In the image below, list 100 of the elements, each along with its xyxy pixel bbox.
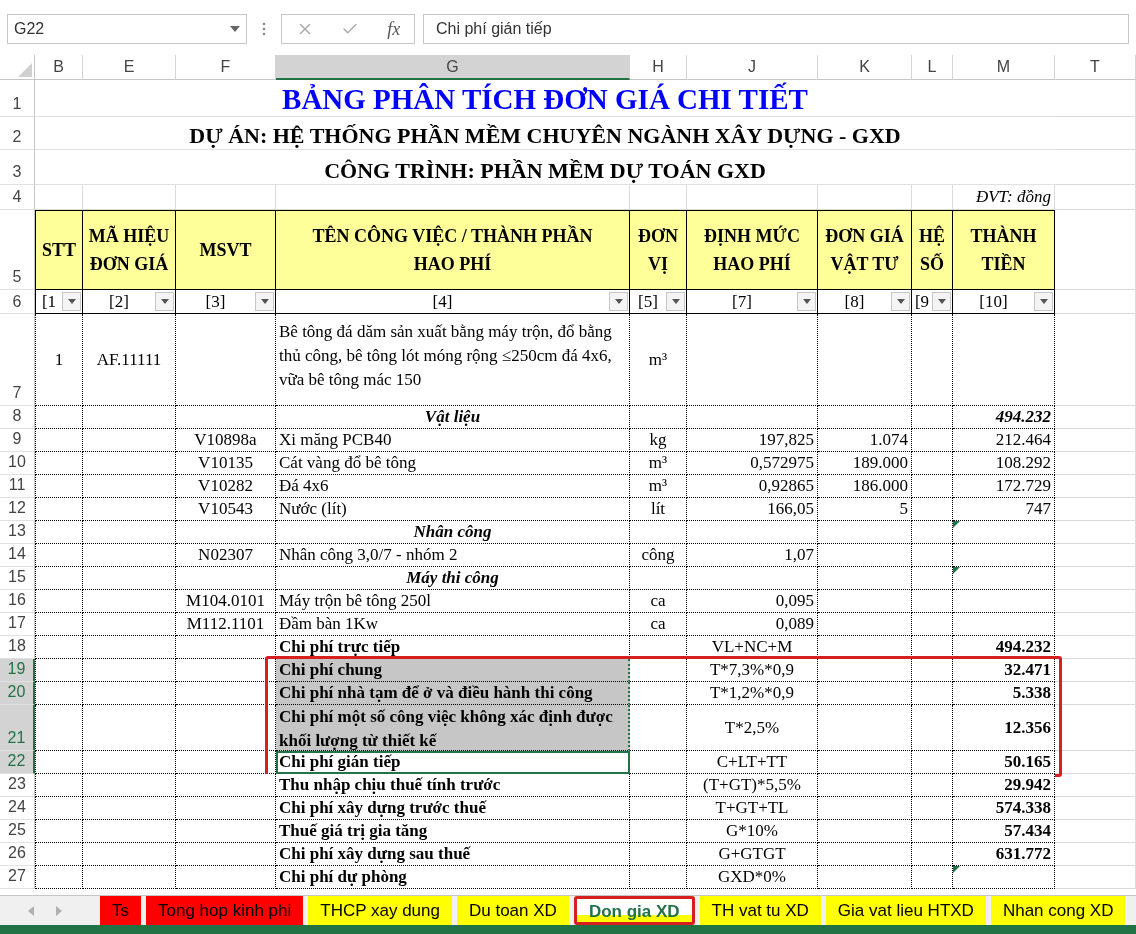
table-cell [35, 751, 83, 774]
row-header[interactable]: 27 [0, 866, 35, 889]
dropdown-caret-icon[interactable] [230, 26, 240, 32]
table-cell: V10282 [176, 475, 276, 498]
sheet-tab[interactable]: Ts [100, 896, 141, 925]
table-cell: ca [630, 590, 687, 613]
row-header[interactable]: 11 [0, 475, 35, 498]
row-header[interactable]: 22 [0, 751, 35, 774]
filter-button[interactable] [932, 292, 951, 311]
table-cell: 5 [818, 498, 912, 521]
column-header[interactable]: G [276, 55, 630, 80]
row-header[interactable]: 21 [0, 705, 35, 751]
row-header[interactable]: 10 [0, 452, 35, 475]
column-header[interactable]: F [176, 55, 276, 80]
sheet-tab[interactable]: Du toan XD [457, 896, 569, 925]
row-header[interactable]: 6 [0, 290, 35, 314]
filter-caret-icon [802, 299, 811, 304]
row-header[interactable]: 1 [0, 80, 35, 117]
table-cell: Thuế giá trị gia tăng [276, 820, 630, 843]
sheet-tab[interactable]: Nhan cong XD [990, 896, 1126, 925]
table-cell [35, 613, 83, 636]
table-cell [35, 521, 83, 544]
table-cell: Máy thi công [276, 567, 630, 590]
name-box[interactable]: G22 [7, 14, 247, 44]
row-header[interactable]: 17 [0, 613, 35, 636]
row-header[interactable]: 5 [0, 210, 35, 290]
column-index: [5] [638, 293, 658, 310]
row-header[interactable]: 20 [0, 682, 35, 705]
sheet-tab[interactable]: Gia vat lieu HTXD [825, 896, 986, 925]
sheet-tab[interactable]: Tong hop kinh phi [146, 896, 304, 925]
row-header[interactable]: 8 [0, 406, 35, 429]
row-header[interactable]: 3 [0, 150, 35, 185]
table-cell [35, 498, 83, 521]
filter-button[interactable] [891, 292, 910, 311]
column-index: [10] [979, 293, 1008, 310]
row-header[interactable]: 19 [0, 659, 35, 682]
column-header[interactable]: K [818, 55, 912, 80]
table-cell [630, 406, 687, 429]
table-cell: 747 [953, 498, 1055, 521]
table-cell [35, 659, 83, 682]
table-cell: 0,089 [687, 613, 818, 636]
table-cell [912, 429, 953, 452]
table-cell [35, 590, 83, 613]
table-cell: 12.356 [953, 705, 1055, 751]
table-cell [35, 636, 83, 659]
row-header[interactable]: 4 [0, 185, 35, 210]
column-header[interactable]: T [1055, 55, 1136, 80]
formula-input[interactable]: Chi phí gián tiếp [423, 14, 1129, 44]
table-cell: 5.338 [953, 682, 1055, 705]
table-cell [912, 406, 953, 429]
table-cell: 494.232 [953, 406, 1055, 429]
row-header[interactable]: 7 [0, 314, 35, 406]
column-header[interactable]: E [83, 55, 176, 80]
column-index: [2] [109, 293, 129, 310]
column-header[interactable]: H [630, 55, 687, 80]
sheet-tab[interactable]: THCP xay dung [308, 896, 452, 925]
row-header[interactable]: 2 [0, 117, 35, 150]
row-header[interactable]: 26 [0, 843, 35, 866]
table-cell: Chi phí xây dựng sau thuế [276, 843, 630, 866]
row-header[interactable]: 9 [0, 429, 35, 452]
table-cell: Nhân công [276, 521, 630, 544]
table-cell [630, 682, 687, 705]
cell-reference: G22 [14, 19, 45, 39]
column-header[interactable]: B [35, 55, 83, 80]
table-cell [912, 544, 953, 567]
row-header[interactable]: 23 [0, 774, 35, 797]
row-header[interactable]: 15 [0, 567, 35, 590]
filter-button[interactable] [155, 292, 174, 311]
row-header[interactable]: 14 [0, 544, 35, 567]
row-header[interactable]: 13 [0, 521, 35, 544]
column-title: HỆ SỐ [912, 210, 953, 290]
row-header[interactable]: 24 [0, 797, 35, 820]
table-cell [912, 705, 953, 751]
column-index: [3] [205, 293, 226, 310]
row-header[interactable]: 25 [0, 820, 35, 843]
filter-button[interactable] [797, 292, 816, 311]
row-header[interactable]: 12 [0, 498, 35, 521]
table-cell: Chi phí gián tiếp [276, 751, 630, 774]
column-index: [4] [432, 293, 453, 310]
column-header[interactable]: M [953, 55, 1055, 80]
filter-button[interactable] [62, 292, 81, 311]
table-cell: 172.729 [953, 475, 1055, 498]
column-title: MSVT [176, 210, 276, 290]
sheet-tab[interactable]: TH vat tu XD [699, 896, 821, 925]
filter-button[interactable] [1034, 292, 1053, 311]
column-header[interactable]: J [687, 55, 818, 80]
column-header[interactable]: L [912, 55, 953, 80]
table-cell: m³ [630, 314, 687, 406]
table-cell [35, 682, 83, 705]
row-header[interactable]: 16 [0, 590, 35, 613]
table-cell: Đầm bàn 1Kw [276, 613, 630, 636]
filter-button[interactable] [609, 292, 628, 311]
insert-function-button[interactable]: fx [387, 15, 401, 43]
table-cell: Nhân công 3,0/7 - nhóm 2 [276, 544, 630, 567]
filter-button[interactable] [666, 292, 685, 311]
filter-button[interactable] [255, 292, 274, 311]
table-cell [630, 820, 687, 843]
row-header[interactable]: 18 [0, 636, 35, 659]
table-cell [35, 705, 83, 751]
table-cell: T*1,2%*0,9 [687, 682, 818, 705]
